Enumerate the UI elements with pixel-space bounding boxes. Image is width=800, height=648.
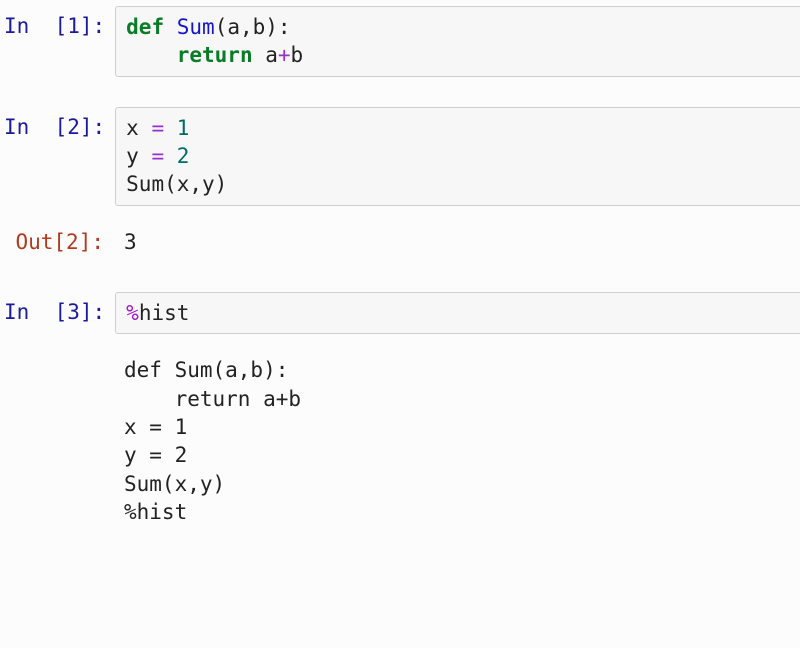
output-prompt <box>4 350 114 356</box>
input-prompt: In [1]: <box>4 6 115 40</box>
code-input[interactable]: def Sum(a,b): return a+b <box>115 6 800 77</box>
notebook-cell: In [3]: %hist <box>0 286 800 340</box>
code-token: y <box>126 144 151 168</box>
notebook-output-cell: Out[2]: 3 <box>0 216 800 268</box>
code-token: 2 <box>177 144 190 168</box>
code-token: def <box>126 15 164 39</box>
code-token <box>164 15 177 39</box>
code-token <box>126 43 177 67</box>
code-token: % <box>126 301 139 325</box>
notebook-output-cell: def Sum(a,b): return a+b x = 1 y = 2 Sum… <box>0 344 800 538</box>
code-input[interactable]: x = 1 y = 2 Sum(x,y) <box>115 107 800 206</box>
notebook-cell: In [1]: def Sum(a,b): return a+b <box>0 0 800 83</box>
input-prompt: In [2]: <box>4 107 115 141</box>
code-token <box>164 144 177 168</box>
code-token: hist <box>139 301 190 325</box>
input-prompt: In [3]: <box>4 292 115 326</box>
code-token: return <box>177 43 253 67</box>
code-token: x <box>126 116 151 140</box>
code-token: = <box>151 144 164 168</box>
code-token: = <box>151 116 164 140</box>
code-token: a <box>253 43 278 67</box>
output-value: 3 <box>114 222 800 262</box>
history-output: def Sum(a,b): return a+b x = 1 y = 2 Sum… <box>114 350 800 532</box>
code-token <box>164 116 177 140</box>
code-token: + <box>278 43 291 67</box>
code-token: b <box>291 43 304 67</box>
code-input[interactable]: %hist <box>115 292 800 334</box>
code-token: Sum(x,y) <box>126 172 227 196</box>
output-prompt: Out[2]: <box>4 222 114 256</box>
code-token: (a,b): <box>215 15 291 39</box>
notebook-cell: In [2]: x = 1 y = 2 Sum(x,y) <box>0 101 800 212</box>
code-token: Sum <box>177 15 215 39</box>
code-token: 1 <box>177 116 190 140</box>
